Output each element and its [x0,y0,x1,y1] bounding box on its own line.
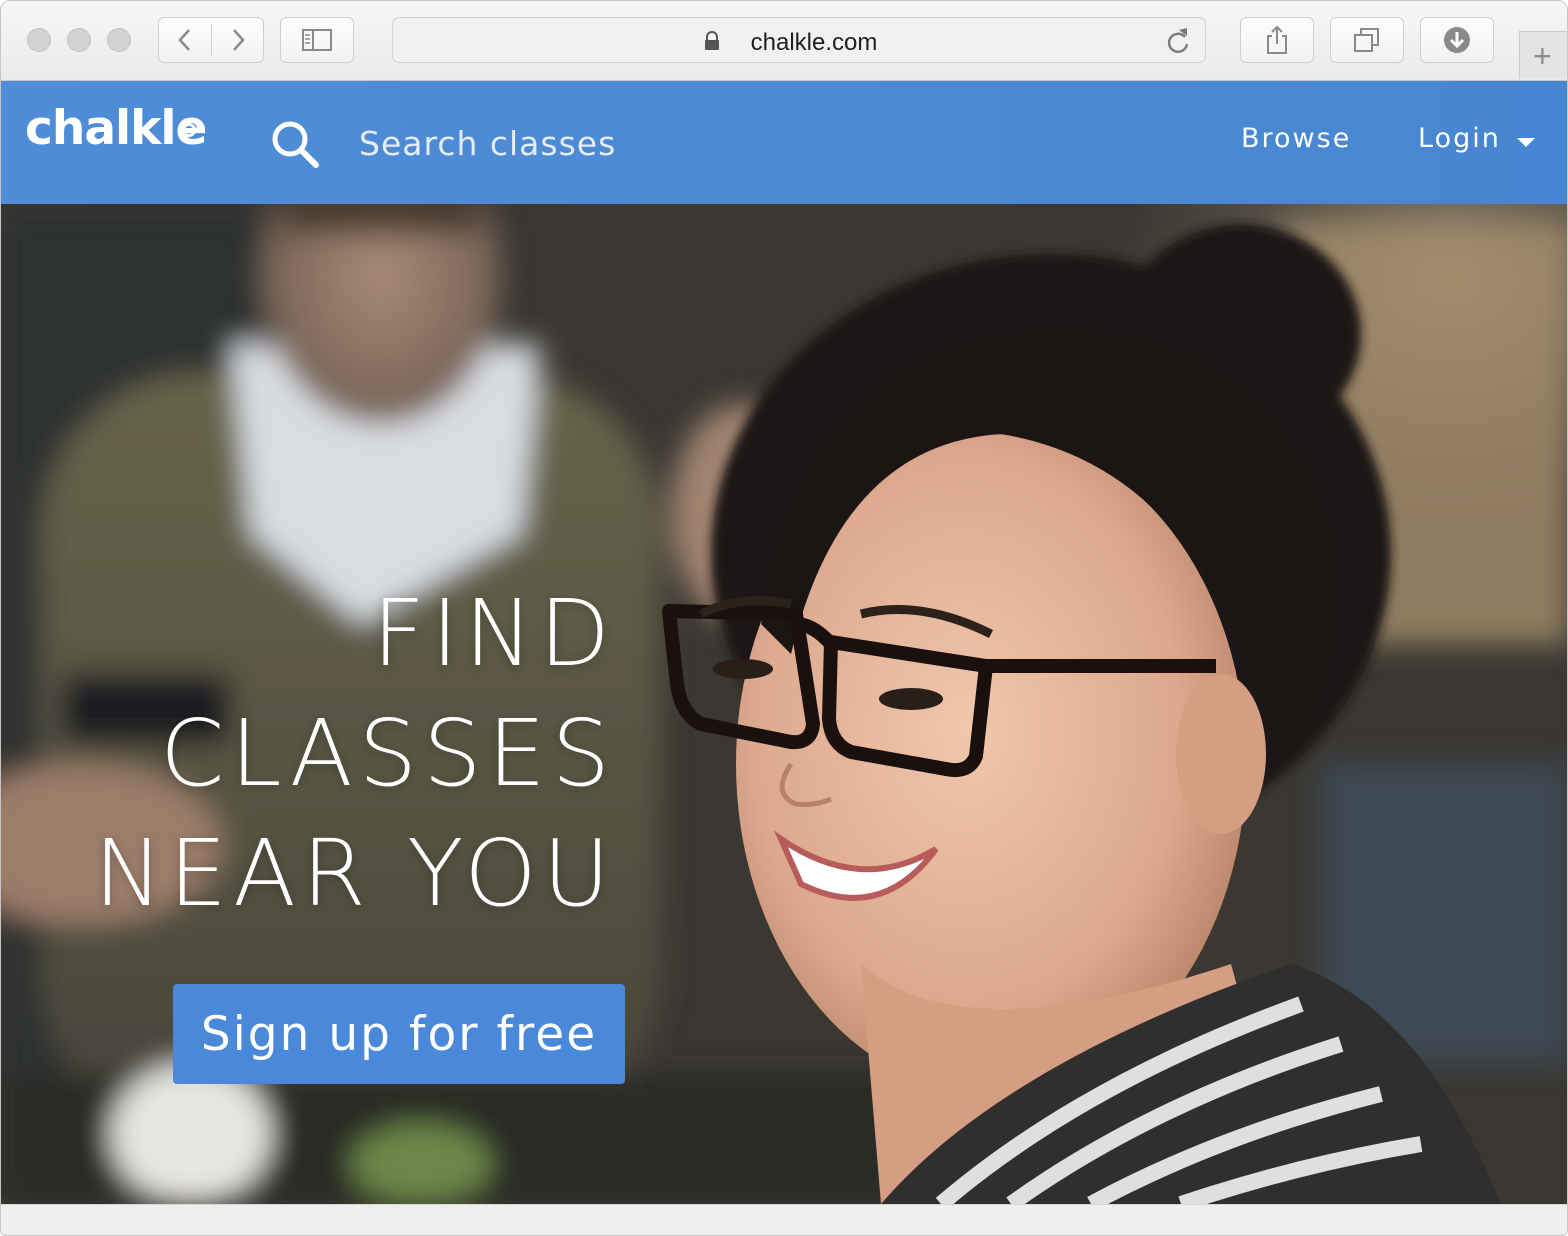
signup-button[interactable]: Sign up for free [173,984,625,1084]
sidebar-icon [302,29,332,51]
nav-browse-link[interactable]: Browse [1241,123,1351,154]
browser-window: chalkle.com + chalkle Search classes Bro… [0,0,1568,1236]
address-bar[interactable]: chalkle.com [392,17,1206,63]
headline-line: CLASSES [160,700,616,807]
reload-icon[interactable] [1165,27,1191,55]
window-bottom-edge [1,1204,1567,1235]
chevron-left-icon [178,29,190,51]
minimize-window-button[interactable] [67,28,91,52]
forward-button[interactable] [212,18,264,62]
browser-toolbar: chalkle.com + [1,1,1567,81]
hero-headline: FIND CLASSES NEAR YOU [94,574,616,934]
back-button[interactable] [159,18,211,62]
tabs-overview-button[interactable] [1330,17,1404,63]
search-icon[interactable] [269,118,321,170]
sidebar-button[interactable] [280,17,354,63]
history-nav-group [158,17,264,63]
chevron-right-icon [233,29,245,51]
downloads-button[interactable] [1420,17,1494,63]
plus-icon: + [1533,38,1552,74]
logo-degree-mark [182,123,196,137]
share-icon [1267,25,1287,54]
site-logo[interactable]: chalkle [25,101,207,156]
hero-section: FIND CLASSES NEAR YOU Sign up for free [1,204,1567,1204]
url-text: chalkle.com [750,29,878,56]
headline-line: NEAR YOU [94,820,616,927]
search-input[interactable] [359,119,779,167]
nav-login-link[interactable]: Login [1418,123,1501,154]
share-button[interactable] [1240,17,1314,63]
close-window-button[interactable] [27,28,51,52]
caret-down-icon[interactable] [1517,138,1535,147]
site-header: chalkle Browse Login [1,81,1567,204]
download-icon [1444,27,1470,53]
tabs-icon [1354,28,1379,52]
zoom-window-button[interactable] [107,28,131,52]
new-tab-button[interactable]: + [1519,31,1567,79]
headline-line: FIND [372,580,616,687]
